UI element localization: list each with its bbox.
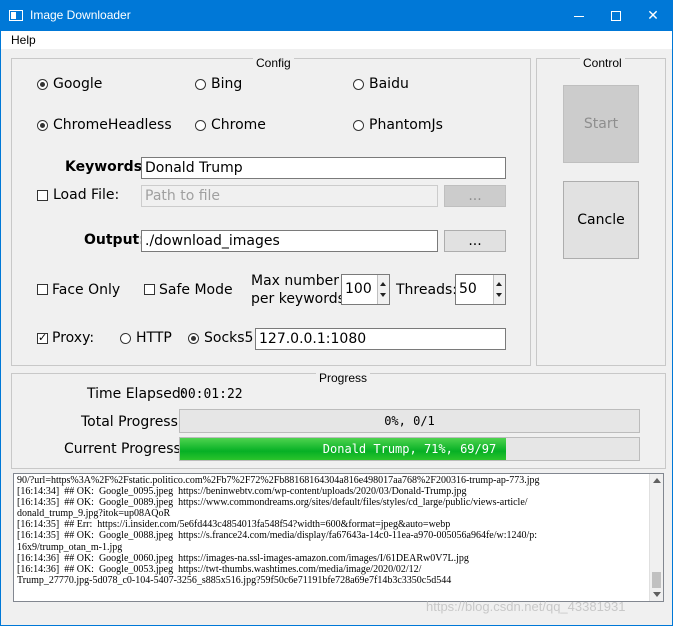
minimize-icon [574,16,584,17]
log-line: Trump_27770.jpg-5d078_c0-104-5407-3256_s… [17,574,452,586]
output-browse-button[interactable]: ... [444,230,506,252]
load-file-browse-button[interactable]: ... [444,185,506,207]
log-line: 90/?url=https%3A%2F%2Fstatic.politico.co… [17,475,540,486]
driver-chromeheadless-radio[interactable] [37,120,48,131]
close-button[interactable]: ✕ [630,1,673,31]
max-number-label-2: per keywords [251,291,345,307]
driver-phantomjs-radio[interactable] [353,120,364,131]
maximize-icon [611,11,621,21]
spin-down-icon[interactable] [496,293,502,297]
log-line: [16:14:36] ## OK: Google_0060.jpeg https… [17,552,469,564]
log-line: donald_trump_9.jpg?itok=up08AQoR [17,508,171,520]
log-line: 16x9/trump_otan_m-1.jpg [17,541,123,553]
proxy-checkbox[interactable] [37,331,48,344]
start-button[interactable]: Start [563,85,639,163]
app-window: Image Downloader ✕ Help Config Google Bi… [0,0,673,626]
safe-mode-label: Safe Mode [159,282,233,298]
spin-down-icon[interactable] [380,293,386,297]
log-line: [16:14:35] ## OK: Google_0088.jpeg https… [17,530,538,542]
driver-chrome-label: Chrome [211,117,266,133]
proxy-label: Proxy: [52,330,95,346]
watermark: https://blog.csdn.net/qq_43381931 [426,599,626,614]
keywords-label: Keywords: [65,159,148,175]
spin-up-icon[interactable] [380,282,386,286]
menu-bar: Help [1,31,672,49]
threads-spinbox[interactable]: 50 [455,274,506,305]
threads-stepper[interactable] [493,275,505,304]
current-progress-bar: Donald Trump, 71%, 69/97 [179,437,640,461]
app-window-icon [9,10,23,21]
load-file-input[interactable]: Path to file [141,185,438,207]
control-group-title: Control [580,56,625,70]
progress-group-title: Progress [316,371,371,385]
face-only-checkbox[interactable] [37,284,48,295]
cancel-button[interactable]: Cancle [563,181,639,259]
scroll-up-icon[interactable] [653,478,661,483]
spin-up-icon[interactable] [496,282,502,286]
total-progress-label: Total Progress: [81,414,183,430]
total-progress-bar: 0%, 0/1 [179,409,640,433]
current-progress-label: Current Progress: [64,441,186,457]
engine-bing-label: Bing [211,76,243,92]
log-line: [16:14:34] ## OK: Google_0095.jpeg https… [17,486,467,498]
close-icon: ✕ [647,8,659,24]
scroll-thumb[interactable] [652,572,661,588]
current-progress-text: Donald Trump, 71%, 69/97 [322,442,497,456]
max-number-stepper[interactable] [377,275,389,304]
engine-baidu-radio[interactable] [353,79,364,90]
driver-chromeheadless-label: ChromeHeadless [53,117,172,133]
log-output[interactable]: 90/?url=https%3A%2F%2Fstatic.politico.co… [13,473,664,602]
proxy-address-input[interactable]: 127.0.0.1:1080 [255,328,506,350]
log-line: [16:14:36] ## OK: Google_0053.jpeg https… [17,563,422,575]
driver-phantomjs-label: PhantomJs [369,117,443,133]
output-label: Output: [84,232,145,248]
load-file-checkbox[interactable] [37,190,48,201]
config-group [11,58,531,366]
engine-bing-radio[interactable] [195,79,206,90]
total-progress-text: 0%, 0/1 [384,414,435,428]
driver-chrome-radio[interactable] [195,120,206,131]
engine-google-label: Google [53,76,103,92]
max-number-spinbox[interactable]: 100 [341,274,390,305]
engine-baidu-label: Baidu [369,76,409,92]
engine-google-radio[interactable] [37,79,48,90]
max-number-value: 100 [345,281,372,297]
keywords-input[interactable]: Donald Trump [141,157,506,179]
proxy-http-label: HTTP [136,330,172,346]
log-line: [16:14:35] ## OK: Google_0089.jpeg https… [17,497,528,509]
window-title: Image Downloader [30,8,131,22]
menu-help[interactable]: Help [11,33,36,47]
output-input[interactable]: ./download_images [141,230,438,252]
time-elapsed-value: 00:01:22 [180,387,243,402]
time-elapsed-label: Time Elapsed: [87,386,186,402]
load-file-label: Load File: [53,187,120,203]
log-lines: 90/?url=https%3A%2F%2Fstatic.politico.co… [17,475,649,586]
threads-value: 50 [459,281,477,297]
safe-mode-checkbox[interactable] [144,284,155,295]
proxy-socks5-radio[interactable] [188,333,199,344]
proxy-http-radio[interactable] [120,333,131,344]
threads-label: Threads: [396,282,457,298]
config-group-title: Config [253,56,294,70]
scroll-down-icon[interactable] [653,592,661,597]
log-line: [16:14:35] ## Err: https://i.insider.com… [17,519,451,531]
log-scrollbar[interactable] [649,474,663,601]
max-number-label: Max number [251,273,340,289]
face-only-label: Face Only [52,282,121,298]
proxy-socks5-label: Socks5 [204,330,254,346]
title-bar[interactable]: Image Downloader ✕ [1,1,672,31]
